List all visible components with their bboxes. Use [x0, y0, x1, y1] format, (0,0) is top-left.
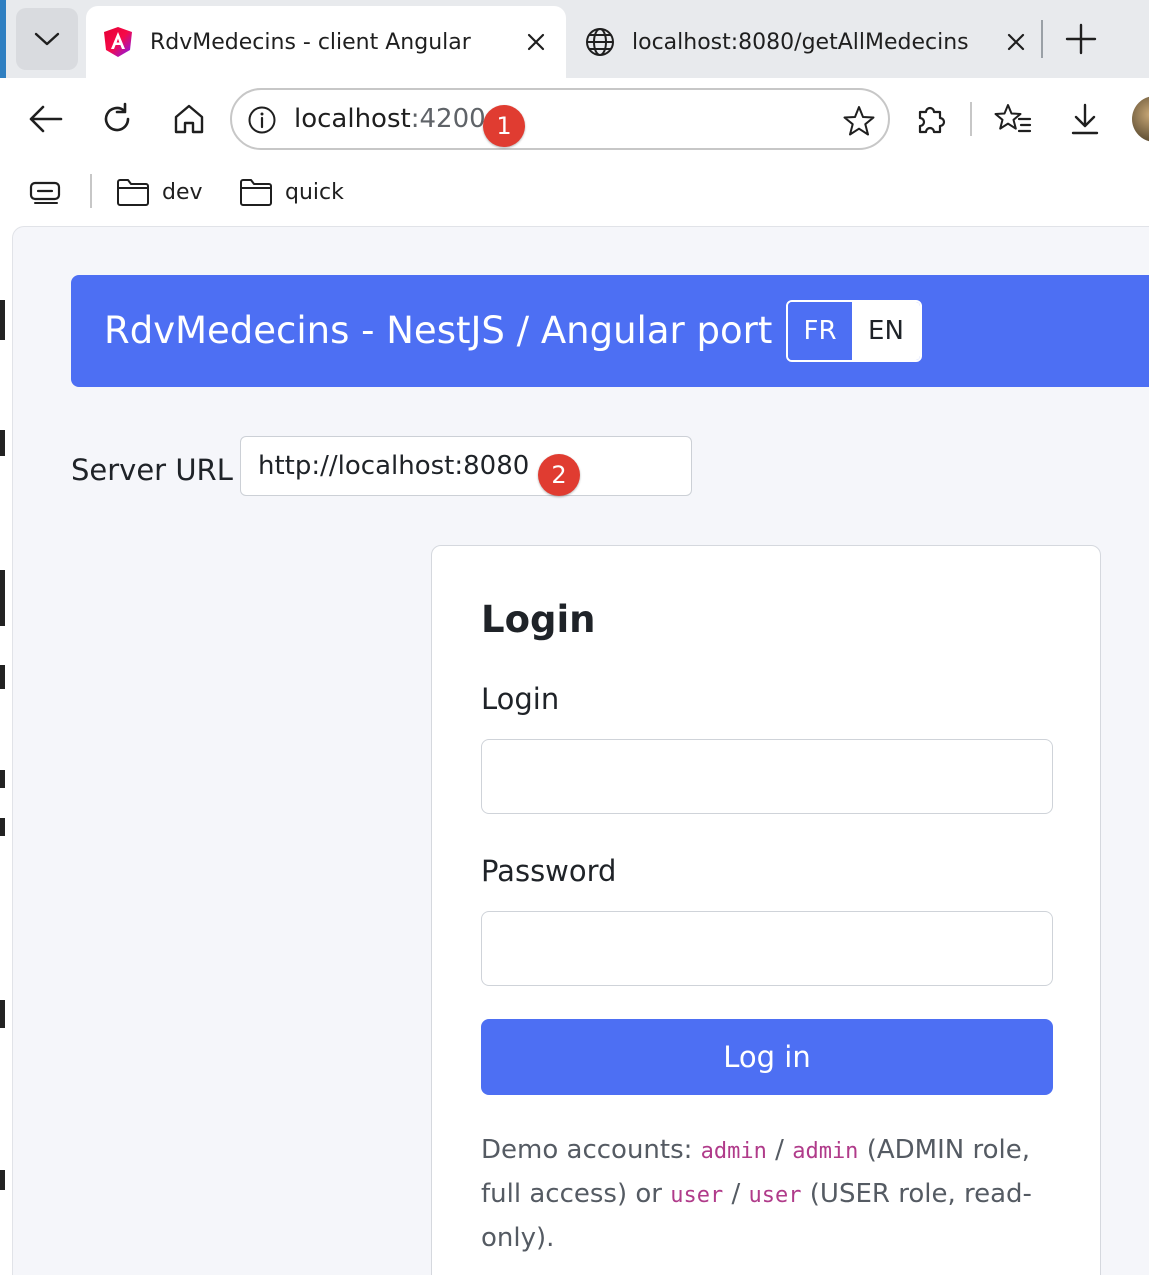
tab-rdvmedecins[interactable]: RdvMedecins - client Angular	[86, 6, 566, 78]
info-icon[interactable]	[246, 104, 278, 136]
puzzle-icon	[918, 106, 946, 134]
browser-toolbar: localhost:4200 1	[6, 78, 1149, 160]
password-label: Password	[481, 854, 617, 888]
bookmark-folder-quick[interactable]: quick	[239, 174, 344, 210]
favorites-button[interactable]	[990, 96, 1036, 142]
close-icon[interactable]	[516, 22, 556, 62]
demo-user-password: user	[748, 1183, 802, 1208]
server-url-input[interactable]: http://localhost:8080	[240, 436, 692, 496]
login-card: Login Login Password Log in Demo account…	[431, 545, 1101, 1275]
tab-list-button[interactable]	[16, 8, 78, 70]
bookmark-folder-dev[interactable]: dev	[116, 174, 203, 210]
lang-en-button[interactable]: EN	[852, 302, 920, 360]
annotation-badge-2: 2	[538, 454, 580, 496]
collections-icon	[29, 181, 61, 204]
home-button[interactable]	[166, 96, 212, 142]
extensions-button[interactable]	[908, 96, 954, 142]
tab-title: RdvMedecins - client Angular	[150, 29, 471, 55]
demo-accounts-note: Demo accounts: admin / admin (ADMIN role…	[481, 1135, 1032, 1253]
page-viewport: RdvMedecins - NestJS / Angular port FR E…	[12, 226, 1149, 1275]
plus-icon	[1065, 23, 1097, 55]
password-input[interactable]	[481, 911, 1053, 986]
login-card-title: Login	[481, 598, 596, 641]
star-icon[interactable]	[840, 102, 878, 140]
login-input[interactable]	[481, 739, 1053, 814]
arrow-left-icon	[29, 105, 63, 133]
home-icon	[174, 104, 204, 134]
folder-icon	[117, 179, 149, 206]
tab-separator	[1041, 20, 1043, 58]
back-button[interactable]	[22, 96, 68, 142]
avatar[interactable]	[1132, 96, 1149, 142]
globe-icon	[584, 26, 616, 58]
download-icon	[1071, 103, 1099, 135]
reload-button[interactable]	[94, 96, 140, 142]
server-url-label: Server URL	[71, 453, 233, 487]
address-bar[interactable]: localhost:4200	[230, 88, 890, 150]
bookmarks-separator	[90, 174, 92, 208]
tab-title: localhost:8080/getAllMedecins	[632, 29, 969, 55]
angular-icon	[102, 26, 134, 58]
refresh-icon	[104, 102, 130, 132]
tab-getallmedecins[interactable]: localhost:8080/getAllMedecins	[568, 6, 1046, 78]
new-tab-button[interactable]	[1058, 16, 1104, 62]
language-switcher: FR EN	[786, 300, 922, 362]
demo-admin-password: admin	[792, 1139, 859, 1164]
tab-strip: RdvMedecins - client Angular localhost:8…	[6, 0, 1149, 78]
bookmarks-bar: dev quick	[6, 160, 1149, 226]
toolbar-divider	[970, 102, 972, 136]
chevron-down-icon	[34, 32, 60, 46]
demo-user-username: user	[670, 1183, 724, 1208]
address-url: localhost:4200	[294, 104, 486, 134]
collections-button[interactable]	[26, 174, 66, 210]
close-icon[interactable]	[996, 22, 1036, 62]
bookmark-label: quick	[285, 179, 344, 205]
app-title: RdvMedecins - NestJS / Angular port	[104, 309, 773, 352]
login-label: Login	[481, 682, 560, 716]
bookmark-label: dev	[162, 179, 203, 205]
downloads-button[interactable]	[1062, 96, 1108, 142]
lang-fr-button[interactable]: FR	[788, 302, 852, 360]
login-button[interactable]: Log in	[481, 1019, 1053, 1095]
app-header: RdvMedecins - NestJS / Angular port FR E…	[71, 275, 1149, 387]
favorites-icon	[994, 104, 1032, 133]
folder-icon	[240, 179, 272, 206]
annotation-badge-1: 1	[483, 105, 525, 147]
demo-admin-username: admin	[700, 1139, 767, 1164]
